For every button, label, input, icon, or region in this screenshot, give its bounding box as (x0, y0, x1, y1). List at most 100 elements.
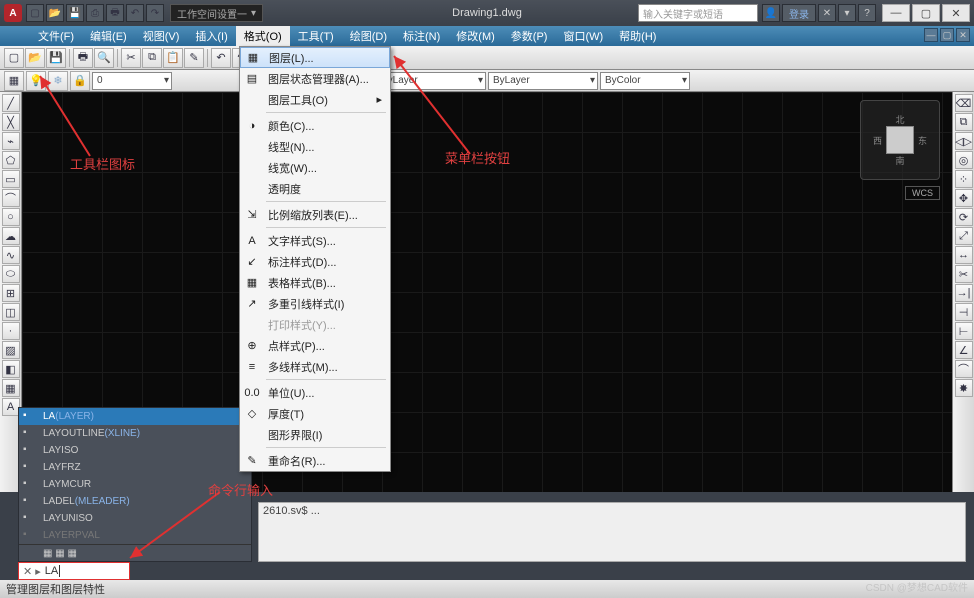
copy-tool-icon[interactable]: ⧉ (955, 113, 973, 131)
explode-tool-icon[interactable]: ✸ (955, 379, 973, 397)
help-search-input[interactable]: 输入关键字或短语 (638, 4, 758, 22)
menu-标注[interactable]: 标注(N) (395, 26, 448, 46)
spline-tool-icon[interactable]: ∿ (2, 246, 20, 264)
menuitem[interactable]: 图形界限(I) (240, 424, 390, 445)
menu-编辑[interactable]: 编辑(E) (82, 26, 135, 46)
qat-plot-icon[interactable]: 🖶 (106, 4, 124, 22)
menuitem[interactable]: ⇲比例缩放列表(E)... (240, 204, 390, 225)
array-tool-icon[interactable]: ⁘ (955, 170, 973, 188)
autocomplete-item[interactable]: ▪LAYMCUR (19, 476, 251, 493)
layer-prop-mgr-icon[interactable]: ▦ (4, 71, 24, 91)
autocomplete-item[interactable]: ▪LA (LAYER)? (19, 408, 251, 425)
move-tool-icon[interactable]: ✥ (955, 189, 973, 207)
xline-tool-icon[interactable]: ╳ (2, 113, 20, 131)
erase-tool-icon[interactable]: ⌫ (955, 94, 973, 112)
fillet-tool-icon[interactable]: ⌒ (955, 360, 973, 378)
menuitem[interactable]: 图层工具(O)▸ (240, 89, 390, 110)
wcs-label[interactable]: WCS (905, 186, 940, 200)
infocenter-icon[interactable]: ▾ (838, 4, 856, 22)
menuitem[interactable]: ↗多重引线样式(I) (240, 293, 390, 314)
layer-lock-icon[interactable]: 🔒 (70, 71, 90, 91)
break-tool-icon[interactable]: ⊣ (955, 303, 973, 321)
linetype-selector[interactable]: ByLayer (488, 72, 598, 90)
layer-selector[interactable]: 0 (92, 72, 172, 90)
menuitem[interactable]: ▦图层(L)... (240, 47, 390, 68)
point-tool-icon[interactable]: · (2, 322, 20, 340)
lineweight-selector[interactable]: ByColor (600, 72, 690, 90)
menu-格式[interactable]: 格式(O) (236, 26, 290, 46)
menuitem[interactable]: 0.0单位(U)... (240, 382, 390, 403)
tool-plot-icon[interactable]: 🖶 (73, 48, 93, 68)
menu-绘图[interactable]: 绘图(D) (342, 26, 395, 46)
revcloud-tool-icon[interactable]: ☁ (2, 227, 20, 245)
region-tool-icon[interactable]: ◧ (2, 360, 20, 378)
qat-new-icon[interactable]: ▢ (26, 4, 44, 22)
polygon-tool-icon[interactable]: ⬠ (2, 151, 20, 169)
block-tool-icon[interactable]: ◫ (2, 303, 20, 321)
autocomplete-item[interactable]: ▪LAYUNISO (19, 510, 251, 527)
insert-tool-icon[interactable]: ⊞ (2, 284, 20, 302)
menu-参数[interactable]: 参数(P) (503, 26, 556, 46)
arc-tool-icon[interactable]: ⌒ (2, 189, 20, 207)
autocomplete-item[interactable]: ▪LADEL (MLEADER) (19, 493, 251, 510)
ellipse-tool-icon[interactable]: ⬭ (2, 265, 20, 283)
trim-tool-icon[interactable]: ✂ (955, 265, 973, 283)
extend-tool-icon[interactable]: →| (955, 284, 973, 302)
exchange-icon[interactable]: ✕ (818, 4, 836, 22)
qat-undo-icon[interactable]: ↶ (126, 4, 144, 22)
menu-帮助[interactable]: 帮助(H) (611, 26, 664, 46)
command-history[interactable]: 2610.sv$ ... (258, 502, 966, 562)
menu-修改[interactable]: 修改(M) (448, 26, 503, 46)
line-tool-icon[interactable]: ╱ (2, 94, 20, 112)
menu-插入[interactable]: 插入(I) (187, 26, 235, 46)
tool-preview-icon[interactable]: 🔍 (94, 48, 114, 68)
doc-close-button[interactable]: ✕ (956, 28, 970, 42)
scale-tool-icon[interactable]: ⤢ (955, 227, 973, 245)
tool-copy-icon[interactable]: ⧉ (142, 48, 162, 68)
doc-min-button[interactable]: — (924, 28, 938, 42)
viewcube[interactable]: 北 西 东 南 (860, 100, 940, 180)
minimize-button[interactable]: — (882, 4, 910, 22)
hatch-tool-icon[interactable]: ▨ (2, 341, 20, 359)
tool-open-icon[interactable]: 📂 (25, 48, 45, 68)
tool-match-icon[interactable]: ✎ (184, 48, 204, 68)
layer-freeze-icon[interactable]: ❄ (48, 71, 68, 91)
menuitem[interactable]: A文字样式(S)... (240, 230, 390, 251)
viewcube-face[interactable] (886, 126, 914, 154)
menuitem[interactable]: ✎重命名(R)... (240, 450, 390, 471)
signin-button[interactable]: 登录 (782, 4, 816, 22)
help-icon[interactable]: ? (858, 4, 876, 22)
autocomplete-footer[interactable]: ▦ ▦ ▦ (19, 544, 251, 561)
menuitem[interactable]: ▦表格样式(B)... (240, 272, 390, 293)
tool-save-icon[interactable]: 💾 (46, 48, 66, 68)
color-selector[interactable]: ByLayer (376, 72, 486, 90)
workspace-selector[interactable]: 工作空间设置一▾ (170, 4, 263, 22)
menuitem[interactable]: 线宽(W)... (240, 157, 390, 178)
menuitem[interactable]: ≡多线样式(M)... (240, 356, 390, 377)
pline-tool-icon[interactable]: ⌁ (2, 132, 20, 150)
qat-saveas-icon[interactable]: ⎙ (86, 4, 104, 22)
maximize-button[interactable]: ▢ (912, 4, 940, 22)
tool-new-icon[interactable]: ▢ (4, 48, 24, 68)
menuitem[interactable]: ↙标注样式(D)... (240, 251, 390, 272)
tool-paste-icon[interactable]: 📋 (163, 48, 183, 68)
user-icon[interactable]: 👤 (762, 4, 780, 22)
table-tool-icon[interactable]: ▦ (2, 379, 20, 397)
doc-restore-button[interactable]: ▢ (940, 28, 954, 42)
tool-undo-icon[interactable]: ↶ (211, 48, 231, 68)
menu-视图[interactable]: 视图(V) (135, 26, 188, 46)
autocomplete-item[interactable]: ▪LAYFRZ (19, 459, 251, 476)
stretch-tool-icon[interactable]: ↔ (955, 246, 973, 264)
menuitem[interactable]: ◇厚度(T) (240, 403, 390, 424)
rotate-tool-icon[interactable]: ⟳ (955, 208, 973, 226)
join-tool-icon[interactable]: ⊢ (955, 322, 973, 340)
menu-窗口[interactable]: 窗口(W) (555, 26, 611, 46)
qat-save-icon[interactable]: 💾 (66, 4, 84, 22)
menuitem[interactable]: 线型(N)... (240, 136, 390, 157)
mtext-tool-icon[interactable]: A (2, 398, 20, 416)
command-input[interactable]: ✕ ▸ LA (18, 562, 130, 580)
mirror-tool-icon[interactable]: ◁▷ (955, 132, 973, 150)
menu-工具[interactable]: 工具(T) (290, 26, 342, 46)
circle-tool-icon[interactable]: ○ (2, 208, 20, 226)
qat-open-icon[interactable]: 📂 (46, 4, 64, 22)
